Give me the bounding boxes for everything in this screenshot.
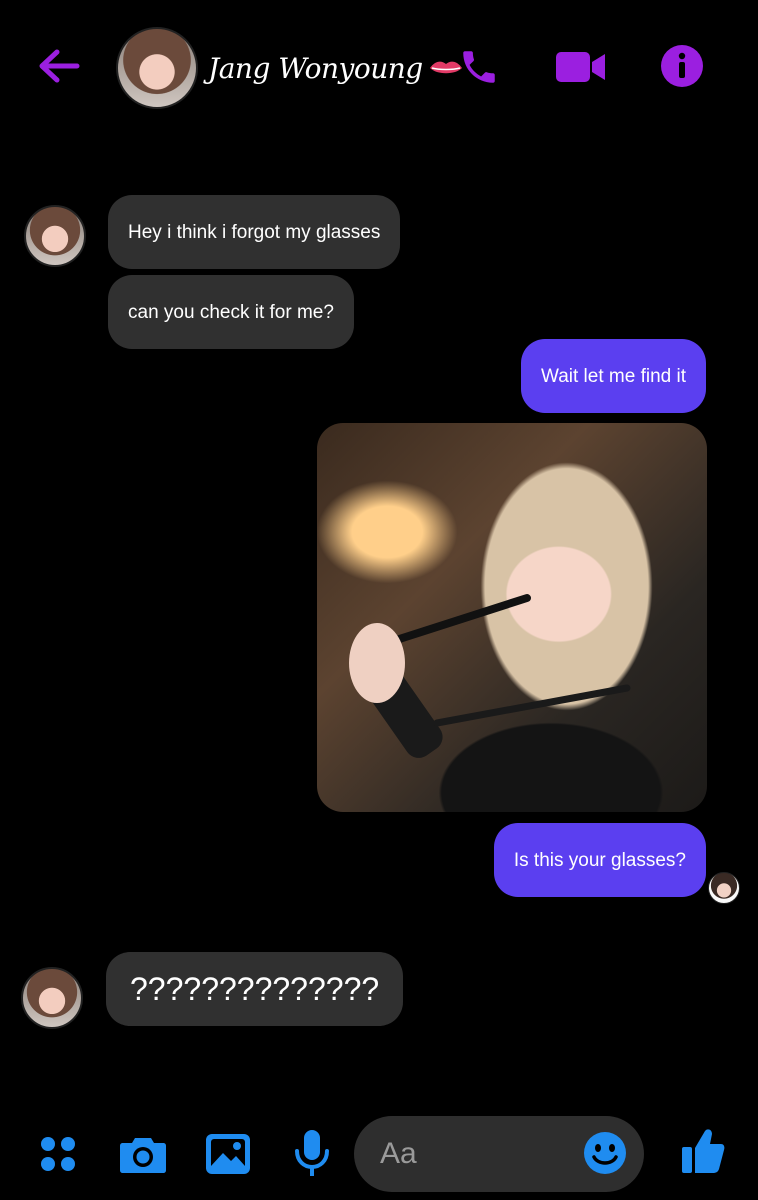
camera-icon: [120, 1138, 166, 1173]
message-bubble-outgoing[interactable]: Is this your glasses?: [493, 823, 706, 897]
phone-icon: [463, 51, 495, 83]
message-input[interactable]: [378, 1136, 572, 1172]
apps-icon: [41, 1137, 75, 1171]
message-bubble-incoming[interactable]: Hey i think i forgot my glasses: [108, 195, 401, 269]
emoji-button[interactable]: [582, 1130, 628, 1176]
message-text: Is this your glasses?: [513, 849, 686, 871]
contact-avatar[interactable]: [116, 27, 198, 109]
gallery-icon: [206, 1134, 250, 1174]
message-text: Hey i think i forgot my glasses: [128, 221, 381, 243]
voice-call-button[interactable]: [456, 44, 502, 90]
voice-message-button[interactable]: [292, 1128, 332, 1178]
message-bubble-incoming[interactable]: can you check it for me?: [108, 275, 354, 349]
video-camera-icon: [556, 52, 605, 82]
photo-message[interactable]: [317, 423, 707, 812]
thumbs-up-icon: [682, 1129, 725, 1173]
glasses-image: [349, 594, 631, 758]
info-icon: [661, 45, 703, 87]
gallery-button[interactable]: [204, 1132, 252, 1176]
contact-name-row[interactable]: Jang Wonyoung: [208, 48, 463, 88]
back-button[interactable]: [36, 46, 82, 86]
message-composer[interactable]: [354, 1116, 644, 1192]
sender-avatar: [21, 967, 83, 1029]
video-call-button[interactable]: [554, 46, 608, 88]
back-arrow-icon: [39, 49, 80, 83]
sender-avatar: [24, 205, 86, 267]
contact-name: Jang Wonyoung: [208, 51, 423, 85]
message-bubble-incoming[interactable]: ??????????????: [106, 952, 404, 1026]
microphone-icon: [295, 1130, 329, 1176]
camera-button[interactable]: [118, 1132, 168, 1176]
message-bubble-outgoing[interactable]: Wait let me find it: [520, 339, 706, 413]
message-text: Wait let me find it: [540, 365, 686, 387]
message-text: can you check it for me?: [128, 301, 334, 323]
emoji-icon: [584, 1132, 626, 1174]
like-button[interactable]: [680, 1126, 726, 1176]
apps-button[interactable]: [36, 1132, 80, 1176]
read-receipt-avatar: [708, 872, 740, 904]
message-text: ??????????????: [130, 971, 380, 1007]
info-button[interactable]: [660, 44, 704, 88]
